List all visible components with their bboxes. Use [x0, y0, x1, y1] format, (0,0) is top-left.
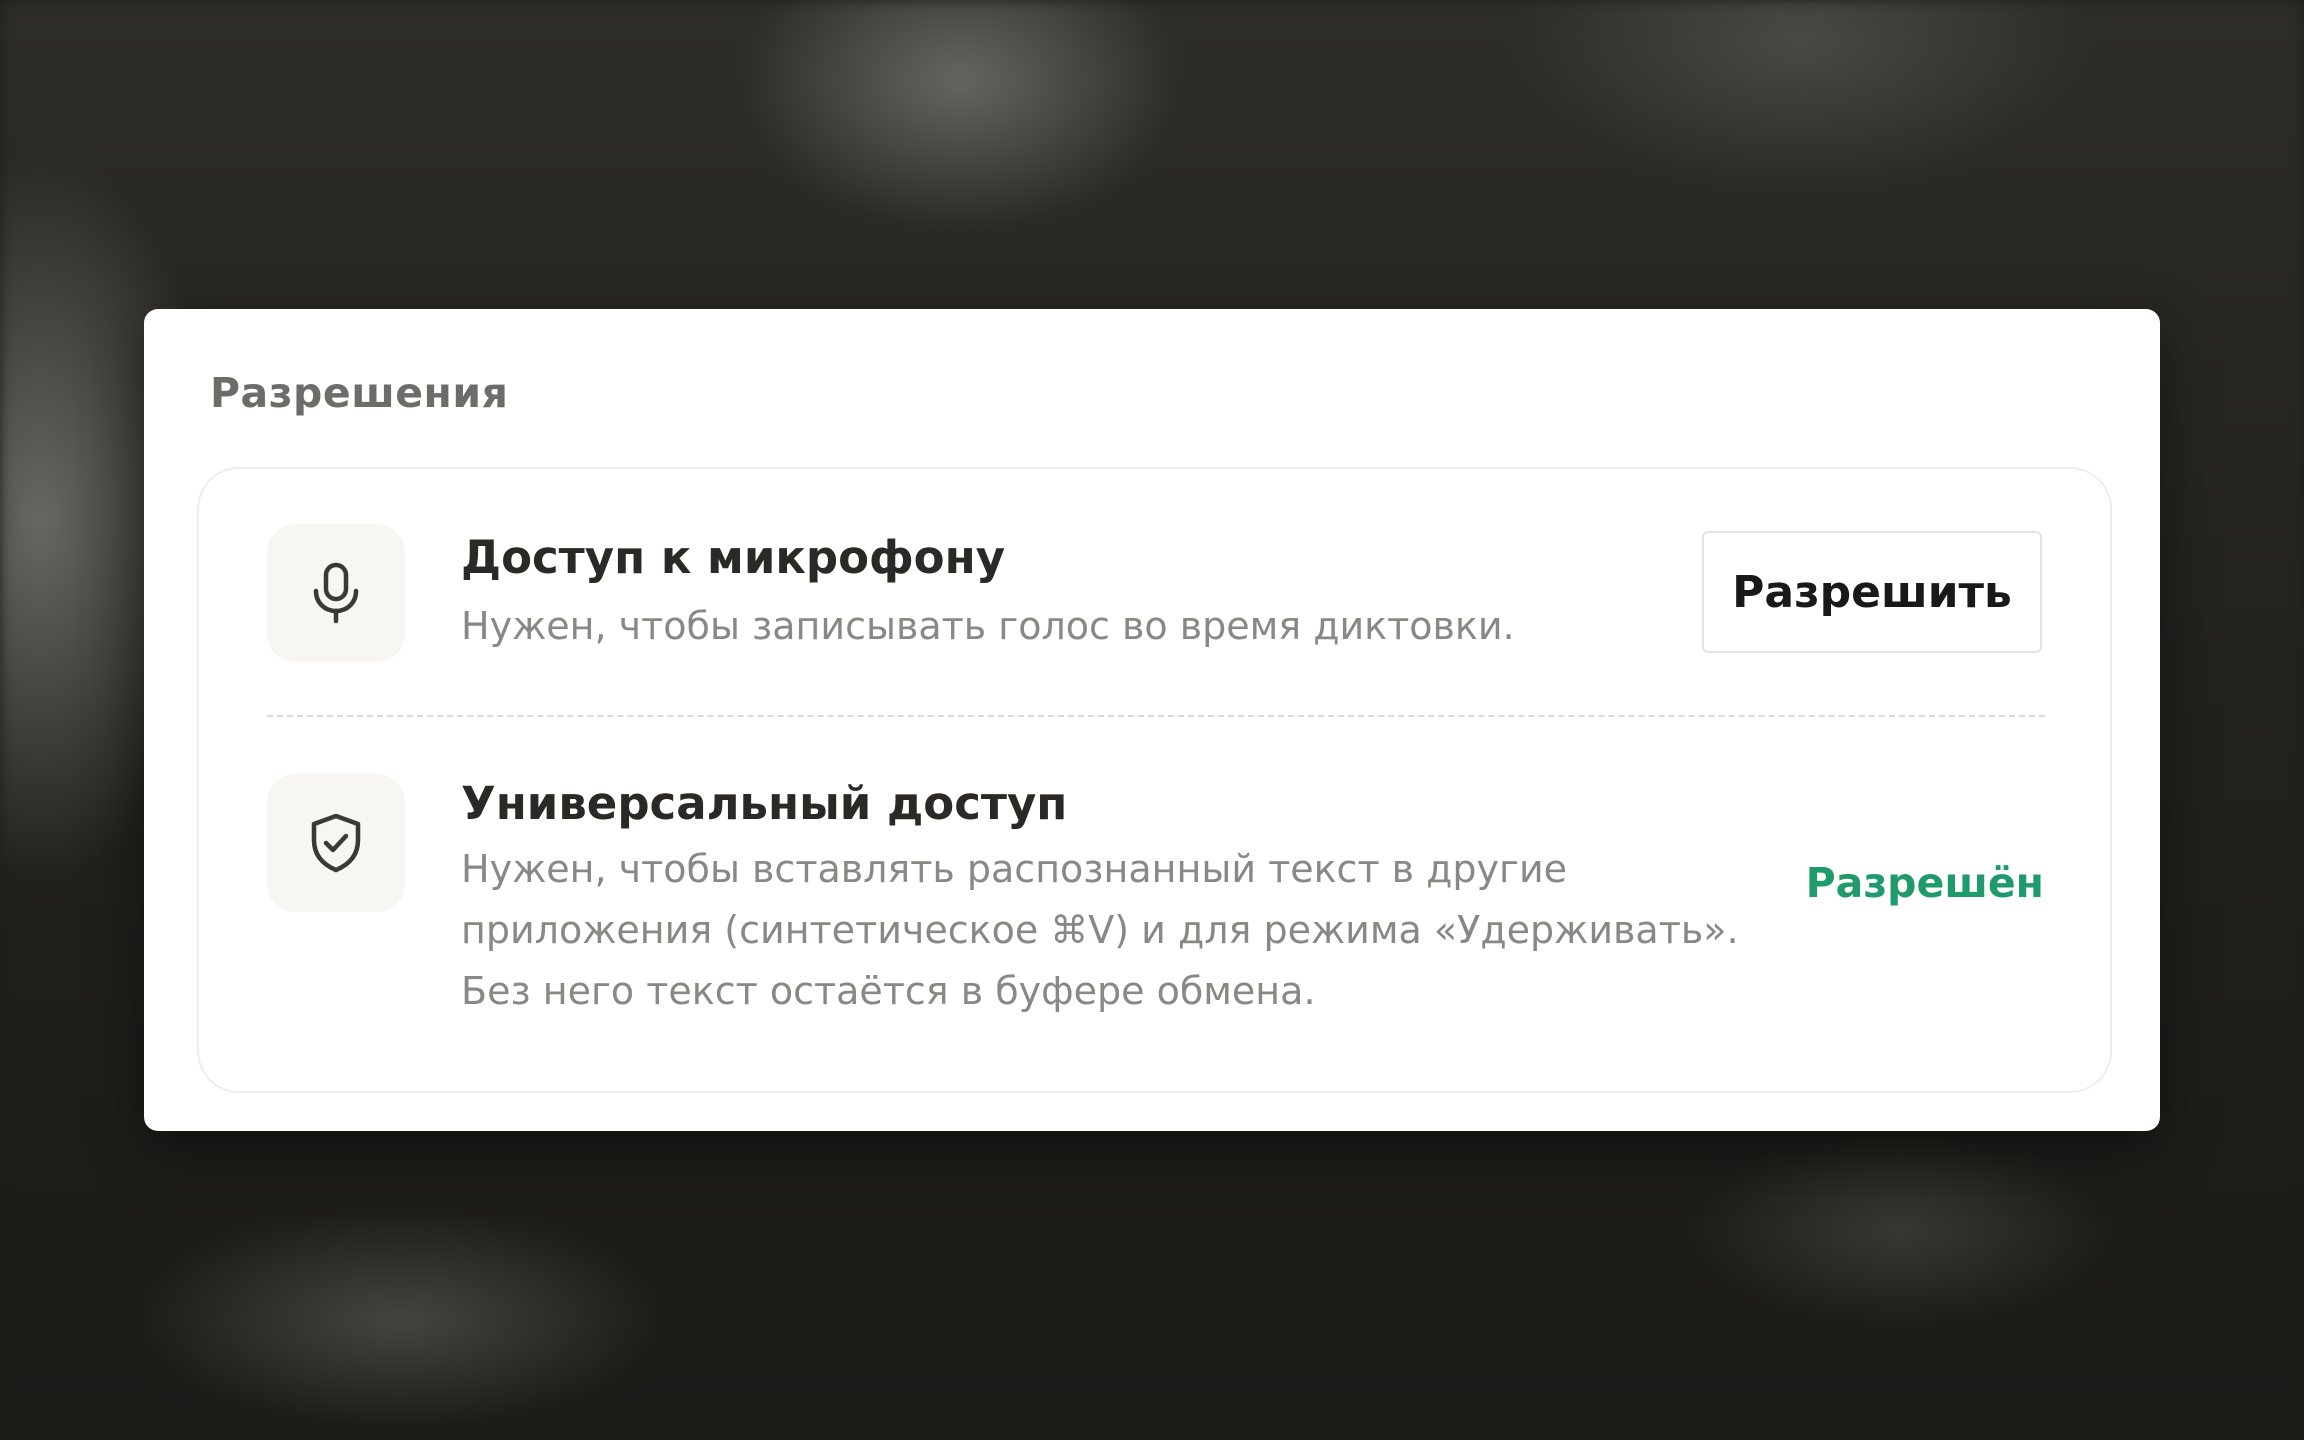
- accessibility-description-line: Без него текст остаётся в буфере обмена.: [461, 969, 1316, 1013]
- shield-check-icon: [311, 813, 361, 873]
- accessibility-status-label: Разрешён: [1805, 859, 2044, 907]
- section-title: Разрешения: [210, 369, 509, 417]
- shield-icon-tile: [267, 774, 405, 912]
- accessibility-description-line: приложения (синтетическое ⌘V) и для режи…: [461, 908, 1739, 952]
- permissions-panel: Разрешения Доступ к микрофону Нужен, что…: [144, 309, 2160, 1131]
- row-divider: [267, 715, 2045, 717]
- permissions-card: Доступ к микрофону Нужен, чтобы записыва…: [197, 467, 2112, 1093]
- accessibility-title: Универсальный доступ: [461, 777, 1068, 830]
- microphone-title: Доступ к микрофону: [461, 531, 1006, 584]
- permission-row-microphone: Доступ к микрофону Нужен, чтобы записыва…: [199, 469, 2110, 717]
- accessibility-description-line: Нужен, чтобы вставлять распознанный текс…: [461, 847, 1568, 891]
- permission-row-accessibility: Универсальный доступ Нужен, чтобы вставл…: [199, 719, 2110, 1093]
- allow-microphone-button[interactable]: Разрешить: [1702, 531, 2042, 653]
- microphone-icon-tile: [267, 524, 405, 662]
- microphone-icon: [313, 562, 359, 624]
- microphone-description: Нужен, чтобы записывать голос во время д…: [461, 604, 1515, 648]
- accessibility-description: Нужен, чтобы вставлять распознанный текс…: [461, 839, 1811, 1022]
